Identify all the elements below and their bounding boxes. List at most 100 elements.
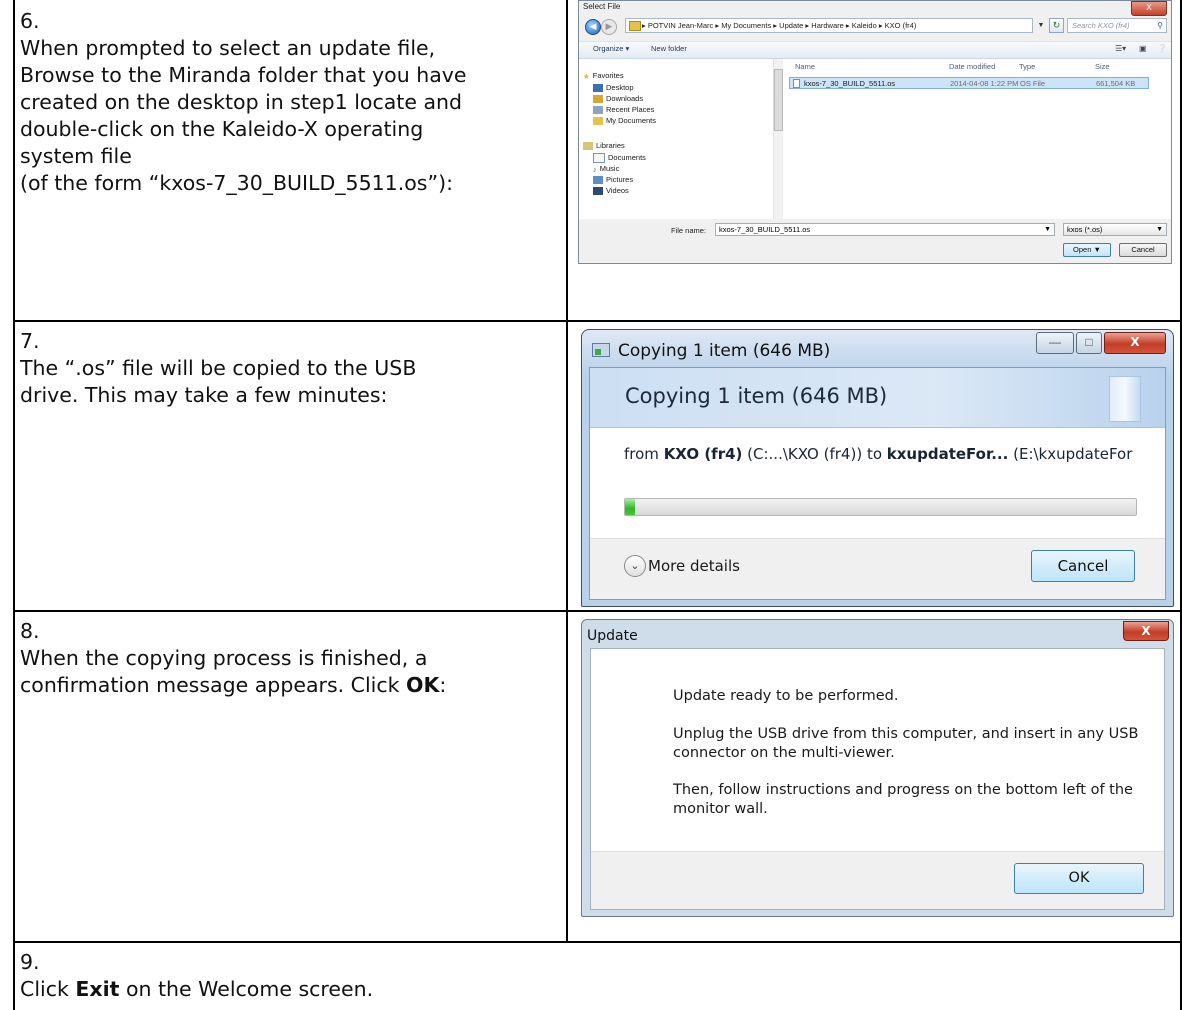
chevron-down-icon[interactable]: ▼ bbox=[1094, 245, 1101, 254]
nav-desktop[interactable]: Desktop bbox=[593, 83, 634, 93]
file-name-area: File name: kxos-7_30_BUILD_5511.os ▼ kxo… bbox=[579, 221, 1171, 263]
dialog-footer: ⌄ More details Cancel bbox=[590, 538, 1165, 599]
step-line: (of the form “kxos-7_30_BUILD_5511.os”): bbox=[20, 171, 453, 195]
ok-keyword: OK bbox=[406, 673, 440, 697]
dialog-title: Select File bbox=[583, 2, 621, 11]
close-button[interactable]: X bbox=[1131, 1, 1167, 16]
column-header-name[interactable]: Name bbox=[795, 62, 815, 71]
file-list: Name Date modified Type Size kxos-7_30_B… bbox=[783, 59, 1171, 219]
column-header-date[interactable]: Date modified bbox=[949, 62, 995, 71]
ok-button[interactable]: OK bbox=[1014, 863, 1144, 894]
dialog-body: Update ready to be performed. Unplug the… bbox=[590, 648, 1165, 910]
cancel-button[interactable]: Cancel bbox=[1031, 550, 1135, 582]
downloads-icon bbox=[593, 95, 603, 104]
step-line: drive. This may take a few minutes: bbox=[20, 383, 388, 407]
nav-label: My Documents bbox=[606, 116, 657, 125]
from-path: (C:...\KXO (fr4)) to bbox=[742, 445, 887, 463]
videos-icon bbox=[593, 187, 603, 196]
address-bar[interactable]: ▸ POTVIN Jean-Marc ▸ My Documents ▸ Upda… bbox=[625, 18, 1033, 33]
nav-pictures[interactable]: Pictures bbox=[593, 175, 633, 185]
message-unplug: Unplug the USB drive from this computer,… bbox=[673, 726, 1139, 761]
table-column-divider bbox=[566, 0, 568, 943]
copy-source-destination: from KXO (fr4) (C:...\KXO (fr4)) to kxup… bbox=[624, 445, 1132, 463]
nav-documents[interactable]: Documents bbox=[593, 153, 646, 164]
banner: Copying 1 item (646 MB) bbox=[590, 368, 1165, 428]
cancel-button[interactable]: Cancel bbox=[1119, 243, 1167, 257]
step-9-text: 9. Click Exit on the Welcome screen. bbox=[20, 949, 555, 1003]
dialog-title: Copying 1 item (646 MB) bbox=[618, 341, 831, 361]
nav-label: Libraries bbox=[596, 141, 625, 150]
file-size: 661,504 KB bbox=[1096, 79, 1136, 88]
step-number: 6. bbox=[20, 9, 40, 33]
search-placeholder: Search KXO (fr4) bbox=[1072, 21, 1130, 30]
organize-button[interactable]: Organize ▾ bbox=[593, 44, 629, 53]
file-name-input[interactable]: kxos-7_30_BUILD_5511.os ▼ bbox=[715, 223, 1055, 236]
view-options-icon[interactable]: ☰▾ bbox=[1115, 44, 1126, 53]
more-details-toggle[interactable]: More details bbox=[648, 557, 740, 575]
nav-label: Documents bbox=[608, 153, 646, 162]
chevron-down-icon[interactable]: ⌄ bbox=[624, 555, 646, 577]
file-date: 2014-04-08 1:22 PM bbox=[950, 79, 1019, 88]
exit-keyword: Exit bbox=[75, 977, 120, 1001]
refresh-icon[interactable]: ↻ bbox=[1049, 18, 1064, 33]
minimize-button[interactable]: — bbox=[1036, 332, 1074, 354]
search-input[interactable]: Search KXO (fr4) ⚲ bbox=[1067, 18, 1167, 33]
open-label: Open bbox=[1073, 245, 1092, 254]
nav-favorites[interactable]: ★ Favorites bbox=[583, 71, 624, 82]
step-line: double-click on the Kaleido-X operating bbox=[20, 117, 424, 141]
preview-pane-icon[interactable]: ▣ bbox=[1139, 44, 1147, 53]
desktop-icon bbox=[593, 84, 603, 93]
source-name: KXO (fr4) bbox=[663, 445, 743, 463]
chevron-down-icon[interactable]: ▼ bbox=[1035, 18, 1047, 33]
step-line: confirmation message appears. Click OK: bbox=[20, 672, 555, 699]
nav-recent-places[interactable]: Recent Places bbox=[593, 105, 654, 115]
search-icon: ⚲ bbox=[1157, 21, 1163, 30]
close-button[interactable]: X bbox=[1123, 621, 1169, 641]
star-icon: ★ bbox=[583, 72, 590, 82]
column-header-size[interactable]: Size bbox=[1095, 62, 1110, 71]
open-button[interactable]: Open ▼ bbox=[1063, 243, 1111, 257]
step-line: When the copying process is finished, a bbox=[20, 646, 428, 670]
scrollbar[interactable] bbox=[773, 59, 783, 219]
nav-videos[interactable]: Videos bbox=[593, 186, 629, 196]
scrollbar-thumb[interactable] bbox=[774, 69, 783, 131]
table-border-left bbox=[13, 0, 15, 1010]
close-button[interactable]: X bbox=[1104, 332, 1166, 354]
progress-fill bbox=[625, 499, 636, 515]
file-row[interactable]: kxos-7_30_BUILD_5511.os 2014-04-08 1:22 … bbox=[789, 77, 1149, 89]
file-type-select[interactable]: kxos (*.os) ▼ bbox=[1063, 223, 1167, 236]
copy-icon bbox=[592, 343, 610, 357]
nav-label: Favorites bbox=[592, 71, 624, 80]
file-name-label: File name: bbox=[671, 226, 707, 235]
nav-libraries[interactable]: Libraries bbox=[583, 141, 625, 151]
nav-downloads[interactable]: Downloads bbox=[593, 94, 643, 104]
new-folder-button[interactable]: New folder bbox=[651, 44, 687, 53]
forward-arrow-icon[interactable]: ▶ bbox=[601, 19, 617, 35]
step-line-text: Click bbox=[20, 977, 76, 1001]
step-line: system file bbox=[20, 144, 132, 168]
message-follow: Then, follow instructions and progress o… bbox=[673, 782, 1133, 817]
step-number: 9. bbox=[20, 950, 40, 974]
step-line: The “.os” file will be copied to the USB bbox=[20, 356, 417, 380]
nav-my-documents[interactable]: My Documents bbox=[593, 116, 657, 126]
step-number: 7. bbox=[20, 329, 40, 353]
dialog-title: Update bbox=[587, 628, 638, 644]
nav-music[interactable]: ♪ Music bbox=[593, 164, 619, 175]
table-row-divider-3 bbox=[13, 941, 1182, 943]
help-icon[interactable]: ❔ bbox=[1157, 44, 1167, 53]
back-arrow-icon[interactable]: ◀ bbox=[585, 19, 601, 35]
copying-dialog: Copying 1 item (646 MB) — □ X Copying 1 … bbox=[581, 329, 1174, 607]
step-line-text: : bbox=[439, 673, 447, 697]
chevron-down-icon[interactable]: ▼ bbox=[1044, 224, 1051, 235]
music-icon: ♪ bbox=[593, 165, 597, 175]
dialog-body: Copying 1 item (646 MB) from KXO (fr4) (… bbox=[589, 367, 1166, 600]
select-file-dialog: Select File X ◀ ▶ ▸ POTVIN Jean-Marc ▸ M… bbox=[578, 0, 1172, 264]
navigation-bar: ◀ ▶ ▸ POTVIN Jean-Marc ▸ My Documents ▸ … bbox=[579, 17, 1171, 37]
folder-icon bbox=[629, 21, 641, 31]
dialog-footer: OK bbox=[591, 851, 1164, 909]
file-type-value: kxos (*.os) bbox=[1067, 225, 1103, 234]
chevron-down-icon: ▼ bbox=[1156, 226, 1163, 233]
copy-heading: Copying 1 item (646 MB) bbox=[625, 384, 888, 408]
maximize-button[interactable]: □ bbox=[1076, 332, 1102, 354]
column-header-type[interactable]: Type bbox=[1019, 62, 1035, 71]
